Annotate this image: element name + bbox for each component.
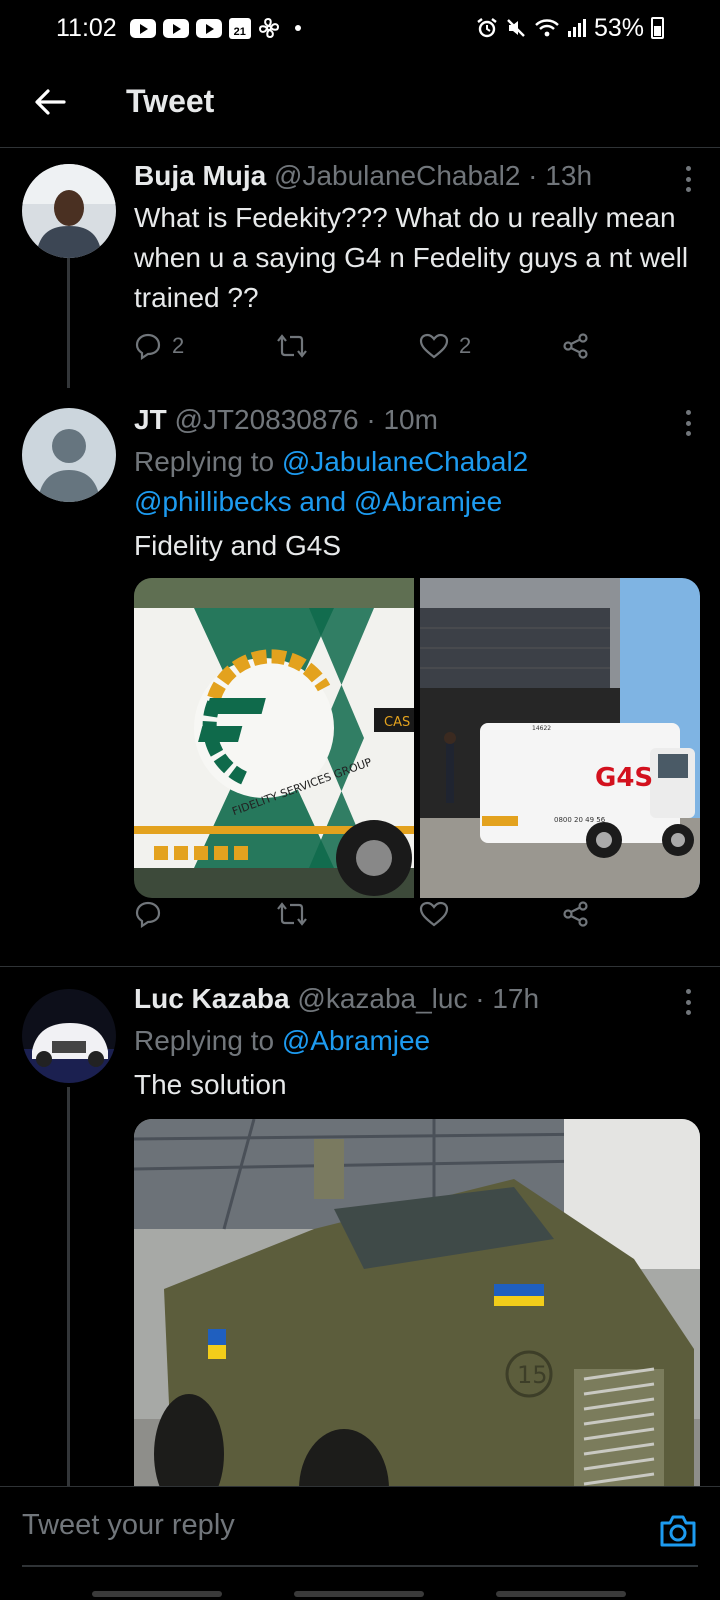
truck-side-text: CAS — [384, 715, 410, 730]
camera-icon — [660, 1515, 696, 1547]
replying-to: Replying to @Abramjee — [134, 1021, 694, 1061]
retweet-icon — [277, 902, 307, 926]
display-name[interactable]: Luc Kazaba — [134, 983, 290, 1014]
more-options-button[interactable] — [682, 410, 694, 436]
meta-separator: · — [358, 404, 384, 435]
mention-link[interactable]: @Abramjee — [282, 1025, 430, 1056]
tweet-photo-armored-vehicle[interactable]: 15 — [134, 1119, 700, 1519]
tweet-actions: 2 2 — [134, 326, 614, 366]
calendar-icon: 21 — [228, 17, 251, 39]
reply-input-underline — [22, 1565, 698, 1567]
arrow-left-icon — [35, 88, 66, 115]
user-handle[interactable]: @kazaba_luc — [297, 983, 467, 1014]
top-app-bar: Tweet — [0, 56, 720, 148]
share-icon — [563, 333, 588, 359]
replying-and: and — [291, 486, 354, 517]
status-bar: 11:02 21 53% — [0, 0, 720, 56]
tweet-body: JT @JT20830876 · 10m Replying to @Jabula… — [134, 402, 694, 566]
retweet-icon — [277, 334, 307, 358]
g4s-logo-text: G4S — [595, 763, 653, 793]
tweet-jt[interactable]: JT @JT20830876 · 10m Replying to @Jabula… — [0, 390, 720, 967]
tweet-text: What is Fedekity??? What do u really mea… — [134, 202, 689, 313]
nav-gesture-bar — [496, 1591, 626, 1597]
tweet-body: Luc Kazaba @kazaba_luc · 17h Replying to… — [134, 981, 694, 1105]
nav-gesture-bar — [92, 1591, 222, 1597]
battery-percent: 53% — [593, 13, 644, 42]
display-name[interactable]: JT — [134, 404, 167, 435]
heart-icon — [419, 333, 449, 359]
meta-separator: · — [520, 160, 546, 191]
replying-prefix: Replying to — [134, 446, 282, 477]
tweet-time: 13h — [545, 160, 593, 191]
share-button[interactable] — [562, 332, 590, 360]
youtube-icon — [129, 18, 156, 38]
share-icon — [563, 901, 588, 927]
youtube-icon — [162, 18, 189, 38]
avatar[interactable] — [22, 164, 116, 258]
page-title: Tweet — [126, 83, 215, 119]
replying-prefix: Replying to — [134, 1025, 282, 1056]
tweet-actions — [134, 894, 614, 934]
mention-link[interactable]: @phillibecks — [134, 486, 292, 517]
tweet-luc-kazaba[interactable]: Luc Kazaba @kazaba_luc · 17h Replying to… — [0, 967, 720, 1519]
like-button[interactable] — [419, 900, 449, 928]
retweet-button[interactable] — [276, 900, 308, 928]
reply-input[interactable]: Tweet your reply — [22, 1509, 235, 1542]
tweet-photo-g4s[interactable]: G4S 0800 20 49 56 14622 — [420, 578, 700, 898]
notification-dot — [294, 25, 301, 31]
user-handle[interactable]: @JT20830876 — [174, 404, 358, 435]
g4s-phone-text: 0800 20 49 56 — [554, 816, 606, 824]
signal-icon — [567, 19, 586, 37]
status-time: 11:02 — [56, 13, 117, 42]
reply-icon — [135, 333, 161, 360]
reply-composer: Tweet your reply — [0, 1486, 720, 1600]
reply-button[interactable] — [134, 900, 162, 928]
youtube-icon — [195, 18, 222, 38]
tweet-time: 17h — [492, 983, 540, 1014]
more-options-button[interactable] — [682, 989, 694, 1015]
user-handle[interactable]: @JabulaneChabal2 — [274, 160, 520, 191]
tweet-buja-muja[interactable]: Buja Muja @JabulaneChabal2 · 13h What is… — [0, 148, 720, 388]
g4s-unit-text: 14622 — [532, 725, 551, 732]
vehicle-number: 15 — [517, 1361, 548, 1389]
avatar[interactable] — [22, 989, 116, 1083]
tweet-body: Buja Muja @JabulaneChabal2 · 13h What is… — [134, 158, 694, 318]
tweet-time: 10m — [383, 404, 438, 435]
wifi-icon — [535, 19, 559, 37]
mention-link[interactable]: @JabulaneChabal2 — [282, 446, 528, 477]
camera-button[interactable] — [658, 1511, 698, 1551]
tweet-meta: Buja Muja @JabulaneChabal2 · 13h — [134, 158, 694, 194]
thread-line — [67, 258, 70, 388]
mention-link[interactable]: @Abramjee — [354, 486, 502, 517]
display-name[interactable]: Buja Muja — [134, 160, 266, 191]
reply-icon — [135, 901, 161, 928]
media-grid: CAS FIDELITY SERVICES GROUP G4S 0800 20 … — [134, 578, 700, 898]
tweet-text: Fidelity and G4S — [134, 530, 341, 561]
reply-count: 2 — [172, 333, 185, 358]
retweet-button[interactable] — [276, 332, 308, 360]
tweet-text: The solution — [134, 1069, 287, 1100]
heart-icon — [419, 901, 449, 927]
reply-button[interactable]: 2 — [134, 332, 184, 360]
fan-icon — [258, 17, 279, 39]
alarm-icon — [477, 18, 497, 38]
share-button[interactable] — [562, 900, 590, 928]
like-count: 2 — [459, 333, 472, 358]
thread-line — [67, 1087, 70, 1487]
more-options-button[interactable] — [682, 166, 694, 192]
nav-gesture-bar — [294, 1591, 424, 1597]
like-button[interactable]: 2 — [419, 332, 471, 360]
back-button[interactable] — [20, 72, 80, 132]
avatar-default[interactable] — [22, 408, 116, 502]
meta-separator: · — [467, 983, 493, 1014]
replying-to: Replying to @JabulaneChabal2 @phillibeck… — [134, 442, 694, 522]
tweet-meta: JT @JT20830876 · 10m — [134, 402, 694, 438]
mute-icon — [507, 19, 525, 37]
battery-icon — [651, 17, 664, 39]
tweet-meta: Luc Kazaba @kazaba_luc · 17h — [134, 981, 694, 1017]
tweet-photo-fidelity[interactable]: CAS FIDELITY SERVICES GROUP — [134, 578, 414, 898]
